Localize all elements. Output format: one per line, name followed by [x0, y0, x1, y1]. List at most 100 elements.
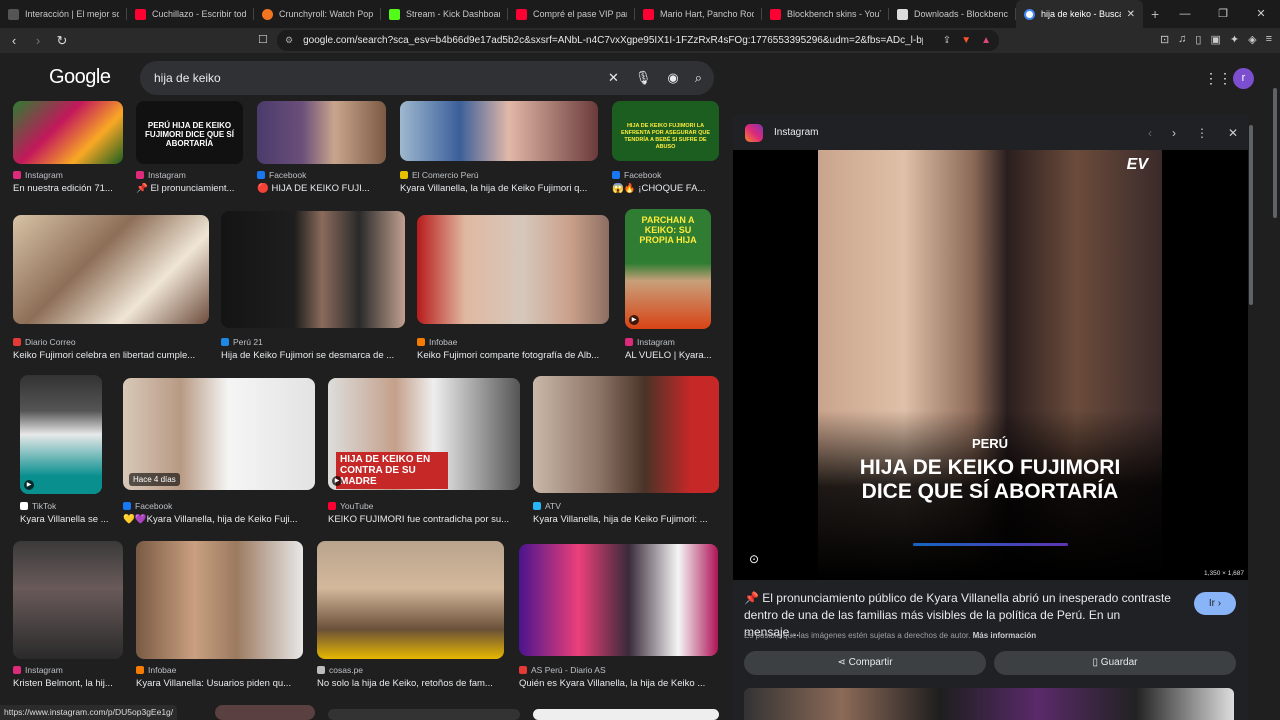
- media-icon[interactable]: ♫: [1178, 33, 1186, 46]
- tab[interactable]: Downloads - Blockbench: [889, 0, 1016, 28]
- site-favicon-icon: [8, 8, 19, 20]
- camera-lens-icon[interactable]: ◉: [667, 70, 678, 86]
- reload-icon[interactable]: ↻: [52, 33, 72, 49]
- result-thumbnail[interactable]: HIJA DE KEIKO FUJIMORI LA ENFRENTA POR A…: [612, 101, 719, 161]
- bookmark-icon: ▯: [1092, 657, 1101, 668]
- infobae-icon: [417, 338, 425, 346]
- status-url: https://www.instagram.com/p/DU5op3gEe1g/: [0, 705, 178, 720]
- rewards-icon[interactable]: ▲: [981, 35, 991, 46]
- tab[interactable]: Stream - Kick Dashboard: [381, 0, 508, 28]
- microphone-icon[interactable]: 🎙: [635, 70, 652, 86]
- related-images-strip[interactable]: [744, 688, 1234, 720]
- video-play-icon: ▶: [629, 315, 639, 325]
- instagram-icon: [625, 338, 633, 346]
- result-thumbnail[interactable]: [328, 709, 520, 720]
- window-controls: — ❐ ✕: [1166, 0, 1280, 28]
- site-info-icon[interactable]: ⚙: [285, 35, 293, 46]
- result-thumbnail[interactable]: [533, 376, 719, 493]
- back-icon[interactable]: ‹: [4, 33, 24, 48]
- tab[interactable]: Mario Hart, Pancho Rodríg: [635, 0, 762, 28]
- video-play-icon: ▶: [332, 476, 342, 486]
- search-input[interactable]: hija de keiko: [154, 71, 221, 85]
- result-thumbnail[interactable]: PARCHAN A KEIKO: SU PROPIA HIJA ▶: [625, 209, 711, 329]
- result-thumbnail[interactable]: [519, 544, 718, 656]
- search-box[interactable]: hija de keiko ✕ 🎙 ◉ ⌕: [140, 61, 714, 95]
- clear-icon[interactable]: ✕: [608, 70, 619, 86]
- previous-icon[interactable]: ‹: [1148, 126, 1152, 140]
- page-scrollbar[interactable]: [1272, 78, 1278, 718]
- sidebar-icon[interactable]: ▯: [1195, 33, 1201, 46]
- tab[interactable]: Crunchyroll: Watch Popular: [254, 0, 381, 28]
- result-thumbnail[interactable]: [13, 215, 209, 324]
- as-peru-icon: [519, 666, 527, 674]
- instagram-icon: [13, 666, 21, 674]
- infobae-icon: [136, 666, 144, 674]
- save-button[interactable]: ▯ Guardar: [994, 651, 1236, 675]
- visit-button[interactable]: Ir ›: [1194, 592, 1236, 615]
- result-thumbnail[interactable]: [417, 215, 609, 324]
- result-thumbnail[interactable]: [136, 541, 303, 659]
- tab[interactable]: Compré el pase VIP para e: [508, 0, 635, 28]
- result-thumbnail[interactable]: PERÚ HIJA DE KEIKO FUJIMORI DICE QUE SÍ …: [136, 101, 243, 164]
- google-logo[interactable]: Google: [49, 66, 111, 89]
- new-tab-icon[interactable]: +: [1151, 6, 1159, 22]
- result-thumbnail[interactable]: [221, 211, 405, 328]
- leo-ai-icon[interactable]: ✦: [1230, 33, 1239, 46]
- share-icon: ⋖: [837, 657, 849, 668]
- channel-logo: EV: [1126, 156, 1148, 173]
- screenshot-icon[interactable]: ⊡: [1160, 33, 1169, 46]
- tab[interactable]: Blockbench skins - YouTub: [762, 0, 889, 28]
- next-icon[interactable]: ›: [1172, 126, 1176, 140]
- brave-shield-icon[interactable]: ▼: [961, 35, 971, 46]
- share-icon[interactable]: ⇪: [943, 35, 951, 46]
- tab-active[interactable]: hija de keiko - Buscar ✕: [1016, 0, 1143, 28]
- minimize-icon[interactable]: —: [1166, 0, 1204, 28]
- peru21-icon: [221, 338, 229, 346]
- close-tab-icon[interactable]: ✕: [1127, 9, 1135, 20]
- more-options-icon[interactable]: ⋮: [1196, 126, 1208, 140]
- youtube-icon: [328, 502, 336, 510]
- more-info-link[interactable]: Más información: [973, 631, 1037, 640]
- result-thumbnail[interactable]: [13, 101, 123, 164]
- vpn-icon[interactable]: ◈: [1248, 33, 1256, 46]
- diario-correo-icon: [13, 338, 21, 346]
- menu-icon[interactable]: ≡: [1266, 33, 1272, 46]
- atv-icon: [533, 502, 541, 510]
- cosas-icon: [317, 666, 325, 674]
- result-thumbnail[interactable]: [533, 709, 719, 720]
- youtube-favicon-icon: [135, 8, 146, 20]
- tab[interactable]: Interacción | El mejor softw: [0, 0, 127, 28]
- result-thumbnail[interactable]: HIJA DE KEIKO EN CONTRA DE SU MADRE ▶: [328, 378, 520, 490]
- video-play-icon: ▶: [24, 480, 34, 490]
- result-thumbnail[interactable]: [13, 541, 123, 659]
- result-thumbnail[interactable]: [400, 101, 598, 161]
- bookmark-icon[interactable]: ☐: [258, 33, 268, 46]
- youtube-favicon-icon: [770, 8, 781, 20]
- close-icon[interactable]: ✕: [1228, 126, 1238, 140]
- forward-icon[interactable]: ›: [28, 33, 48, 48]
- close-window-icon[interactable]: ✕: [1242, 0, 1280, 28]
- tab[interactable]: Cuchillazo - Escribir todo c: [127, 0, 254, 28]
- result-thumbnail[interactable]: [257, 101, 386, 164]
- address-bar[interactable]: ⚙ google.com/search?sca_esv=b4b66d9e17ad…: [277, 30, 999, 51]
- instagram-icon: [136, 171, 144, 179]
- copyright-notice: Es posible que las imágenes estén sujeta…: [744, 631, 1037, 640]
- share-button[interactable]: ⋖ Compartir: [744, 651, 986, 675]
- maximize-icon[interactable]: ❐: [1204, 0, 1242, 28]
- result-thumbnail[interactable]: [317, 541, 504, 659]
- facebook-icon: [123, 502, 131, 510]
- facebook-icon: [257, 171, 265, 179]
- facebook-icon: [612, 171, 620, 179]
- tab-strip: Interacción | El mejor softw Cuchillazo …: [0, 0, 1280, 28]
- google-lens-icon[interactable]: ⊙: [749, 552, 759, 566]
- search-icon[interactable]: ⌕: [695, 70, 702, 86]
- wallet-icon[interactable]: ▣: [1210, 33, 1220, 46]
- instagram-icon: [745, 123, 763, 142]
- result-thumbnail[interactable]: ▶: [20, 375, 102, 494]
- result-thumbnail[interactable]: [215, 705, 315, 720]
- instagram-icon: [13, 171, 21, 179]
- panel-scrollbar[interactable]: [1248, 115, 1254, 720]
- result-thumbnail[interactable]: Hace 4 días: [123, 378, 315, 490]
- preview-image[interactable]: EV PERÚ HIJA DE KEIKO FUJIMORI DICE QUE …: [733, 150, 1248, 580]
- avatar[interactable]: r: [1233, 68, 1254, 89]
